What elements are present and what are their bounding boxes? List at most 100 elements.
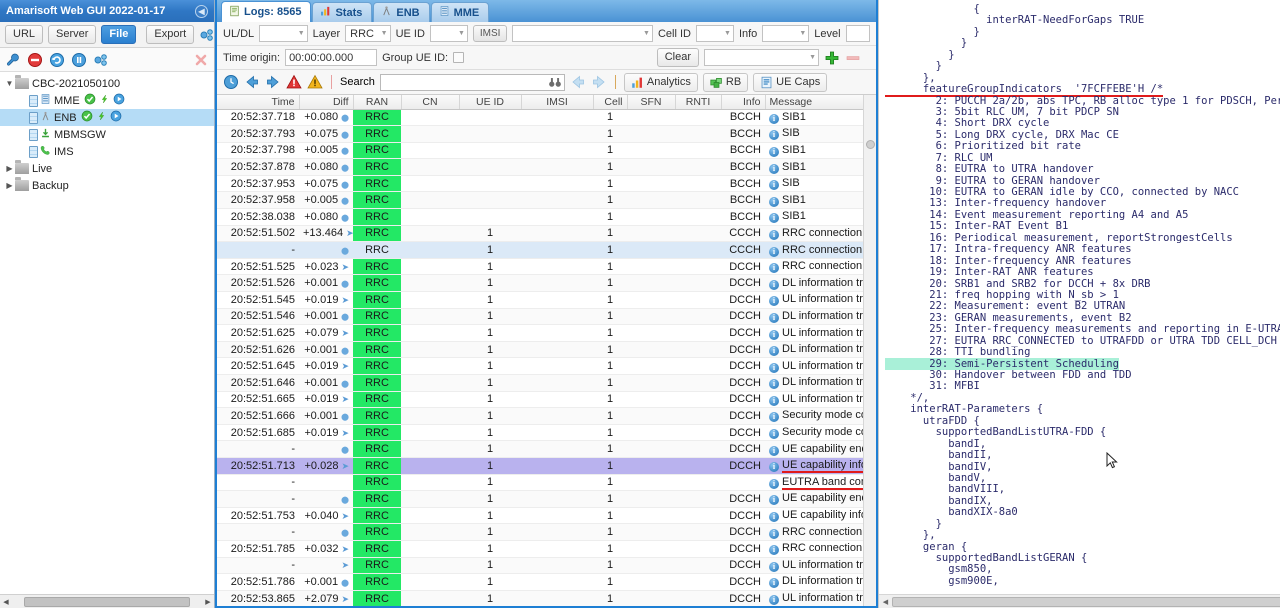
- table-row[interactable]: 20:52:38.038 +0.080 ⬤ RRC 1 BCCH i SIB1: [217, 208, 876, 226]
- imsi-select[interactable]: ▼: [512, 25, 653, 42]
- table-row[interactable]: 20:52:51.525 +0.023 ➤ RRC 1 1 DCCH i RRC connect…: [217, 258, 876, 276]
- export-button[interactable]: Export: [146, 25, 195, 44]
- table-row[interactable]: 20:52:37.793 +0.075 ⬤ RRC 1 BCCH i SIB: [217, 125, 876, 143]
- table-row[interactable]: 20:52:37.878 +0.080 ⬤ RRC 1 BCCH i SIB1: [217, 158, 876, 176]
- column-header-cn[interactable]: CN: [401, 95, 460, 110]
- table-row[interactable]: 20:52:37.718 +0.080 ⬤ RRC 1 BCCH i SIB1: [217, 109, 876, 127]
- error-icon[interactable]: [286, 74, 302, 90]
- table-row[interactable]: 20:52:51.753 +0.040 ➤ RRC 1 1 DCCH i UE capabili…: [217, 507, 876, 525]
- scroll-thumb[interactable]: [24, 596, 190, 607]
- check-icon[interactable]: [84, 93, 96, 108]
- next-arrow-icon[interactable]: [591, 74, 607, 90]
- time-origin-input[interactable]: [285, 49, 378, 66]
- close-icon[interactable]: [193, 52, 209, 68]
- column-header-cell[interactable]: Cell: [593, 95, 628, 110]
- play-icon[interactable]: [110, 110, 122, 125]
- table-row[interactable]: -⬤RRC11DCCHiRRC connection reconfigurati…: [217, 523, 876, 541]
- search-input[interactable]: [379, 73, 565, 91]
- source-url-button[interactable]: URL: [5, 25, 44, 44]
- column-header-imsi[interactable]: IMSI: [521, 95, 594, 110]
- table-row[interactable]: 20:52:51.665 +0.019 ➤ RRC 1 1 DCCH i UL informat…: [217, 391, 876, 409]
- uldl-select[interactable]: ▼: [259, 25, 308, 42]
- chevron-down-icon[interactable]: ▼: [4, 79, 15, 88]
- table-row[interactable]: 20:52:53.865 +2.079 ➤ RRC 1 1 DCCH i UL informat…: [217, 590, 876, 606]
- log-vertical-scrollbar[interactable]: [863, 95, 876, 606]
- table-row[interactable]: 20:52:51.685 +0.019 ➤ RRC 1 1 DCCH i Security mo…: [217, 424, 876, 442]
- check-icon[interactable]: [81, 110, 93, 125]
- connect-icon[interactable]: [199, 27, 215, 43]
- table-row[interactable]: 20:52:51.625 +0.079 ➤ RRC 1 1 DCCH i UL informat…: [217, 324, 876, 342]
- table-row[interactable]: - ⬤ RRC 1 1 DCCH i UE capability enquiry: [217, 490, 876, 508]
- table-row[interactable]: 20:52:51.526 +0.001 ⬤ RRC 1 1 DCCH i DL informat…: [217, 274, 876, 293]
- table-row[interactable]: 20:52:51.545 +0.019 ➤ RRC 1 1 DCCH i UL informat…: [217, 291, 876, 309]
- stop-icon[interactable]: [27, 52, 43, 68]
- binoculars-icon[interactable]: [548, 76, 562, 92]
- ueid-select[interactable]: ▼: [429, 25, 468, 42]
- clear-button[interactable]: Clear: [656, 48, 699, 67]
- table-row[interactable]: 20:52:51.713 +0.028 ➤ RRC 1 1 DCCH i UE capabili…: [217, 457, 876, 475]
- wrench-icon[interactable]: [5, 52, 21, 68]
- table-row[interactable]: 20:52:51.502 +13.464 ➤ RRC 1 1 CCCH i RRC connec…: [217, 225, 876, 243]
- log-table-container[interactable]: Time Diff RAN CN UE ID IMSI Cell SFN RNTI Info Mes…: [217, 95, 876, 606]
- imsi-button[interactable]: IMSI: [472, 25, 508, 42]
- chevron-right-icon[interactable]: ▶: [4, 164, 15, 173]
- column-header-message[interactable]: Message: [765, 95, 876, 110]
- table-row[interactable]: 20:52:37.958 +0.005 ⬤ RRC 1 BCCH i SIB1: [217, 191, 876, 210]
- scroll-left-icon[interactable]: ◀: [0, 598, 12, 606]
- table-row[interactable]: - ⬤ RRC 1 1 DCCH i UE capability enquiry: [217, 440, 876, 458]
- table-row[interactable]: 20:52:51.785 +0.032 ➤ RRC 1 1 DCCH i RRC connect…: [217, 540, 876, 558]
- tree-item-mme[interactable]: MME: [0, 92, 214, 109]
- play-icon[interactable]: [113, 93, 125, 108]
- table-row[interactable]: -⬤RRC11CCCHiRRC connection setup: [217, 241, 876, 259]
- warning-icon[interactable]: [307, 74, 323, 90]
- layer-select[interactable]: RRC ▼: [345, 25, 391, 42]
- scroll-thumb[interactable]: [866, 140, 875, 149]
- connect-icon[interactable]: [93, 52, 109, 68]
- table-row[interactable]: 20:52:37.953 +0.075 ⬤ RRC 1 BCCH i SIB: [217, 175, 876, 193]
- bolt-icon[interactable]: [100, 93, 109, 108]
- tree-item-cbc-2021050100[interactable]: ▼ CBC-2021050100: [0, 75, 214, 92]
- tab-mme[interactable]: MME: [430, 2, 490, 22]
- sidebar-horizontal-scrollbar[interactable]: ◀ ▶: [0, 594, 214, 608]
- source-server-button[interactable]: Server: [48, 25, 97, 44]
- info-icon[interactable]: [71, 52, 87, 68]
- source-file-button[interactable]: File: [101, 25, 137, 44]
- scroll-right-icon[interactable]: ▶: [202, 598, 214, 606]
- cellid-select[interactable]: ▼: [696, 25, 734, 42]
- prev-arrow-icon[interactable]: [570, 74, 586, 90]
- table-row[interactable]: 20:52:51.786 +0.001 ⬤ RRC 1 1 DCCH i DL informat…: [217, 573, 876, 591]
- bolt-icon[interactable]: [97, 110, 106, 125]
- forward-arrow-icon[interactable]: [265, 74, 281, 90]
- tab-logs[interactable]: Logs: 8565: [221, 1, 312, 22]
- column-header-info[interactable]: Info: [721, 95, 766, 110]
- ue-caps-button[interactable]: UE Caps: [753, 72, 828, 92]
- group-ueid-checkbox[interactable]: [453, 52, 465, 63]
- info-select[interactable]: ▼: [762, 25, 810, 42]
- message-detail-text[interactable]: { interRAT-NeedForGaps TRUE } } } } }, f…: [879, 0, 1280, 594]
- clock-icon[interactable]: [223, 74, 239, 90]
- preset-select[interactable]: ▼: [704, 49, 819, 66]
- rb-button[interactable]: RB: [702, 72, 749, 92]
- tree-item-enb[interactable]: ENB: [0, 109, 214, 126]
- back-arrow-icon[interactable]: [244, 74, 260, 90]
- scroll-left-icon[interactable]: ◀: [879, 598, 892, 606]
- scroll-thumb[interactable]: [892, 596, 1280, 607]
- tree-item-backup[interactable]: ▶ Backup: [0, 177, 214, 194]
- table-row[interactable]: 20:52:51.646 +0.001 ⬤ RRC 1 1 DCCH i DL informat…: [217, 374, 876, 392]
- column-header-diff[interactable]: Diff: [299, 95, 354, 110]
- tree-item-ims[interactable]: IMS: [0, 143, 214, 160]
- chevron-left-icon[interactable]: ◀: [195, 4, 208, 18]
- chevron-right-icon[interactable]: ▶: [4, 181, 15, 190]
- table-row[interactable]: 20:52:37.798 +0.005 ⬤ RRC 1 BCCH i SIB1: [217, 142, 876, 160]
- tab-stats[interactable]: Stats: [312, 2, 373, 22]
- log-table-body[interactable]: 20:52:37.718 +0.080 ⬤ RRC 1 BCCH i SIB1 20:52:37…: [217, 109, 876, 606]
- column-header-time[interactable]: Time: [217, 95, 300, 110]
- table-row[interactable]: -➤RRC11DCCHiUL information transfer: [217, 557, 876, 575]
- minus-icon[interactable]: [845, 50, 861, 66]
- tab-enb[interactable]: ENB: [373, 2, 430, 22]
- table-row[interactable]: 20:52:51.546 +0.001 ⬤ RRC 1 1 DCCH i DL informat…: [217, 308, 876, 326]
- column-header-ran[interactable]: RAN: [353, 95, 402, 110]
- column-header-sfn[interactable]: SFN: [627, 95, 676, 110]
- refresh-icon[interactable]: [49, 52, 65, 68]
- table-row[interactable]: - RRC 1 1 iEUTRA band combinations: [217, 474, 876, 492]
